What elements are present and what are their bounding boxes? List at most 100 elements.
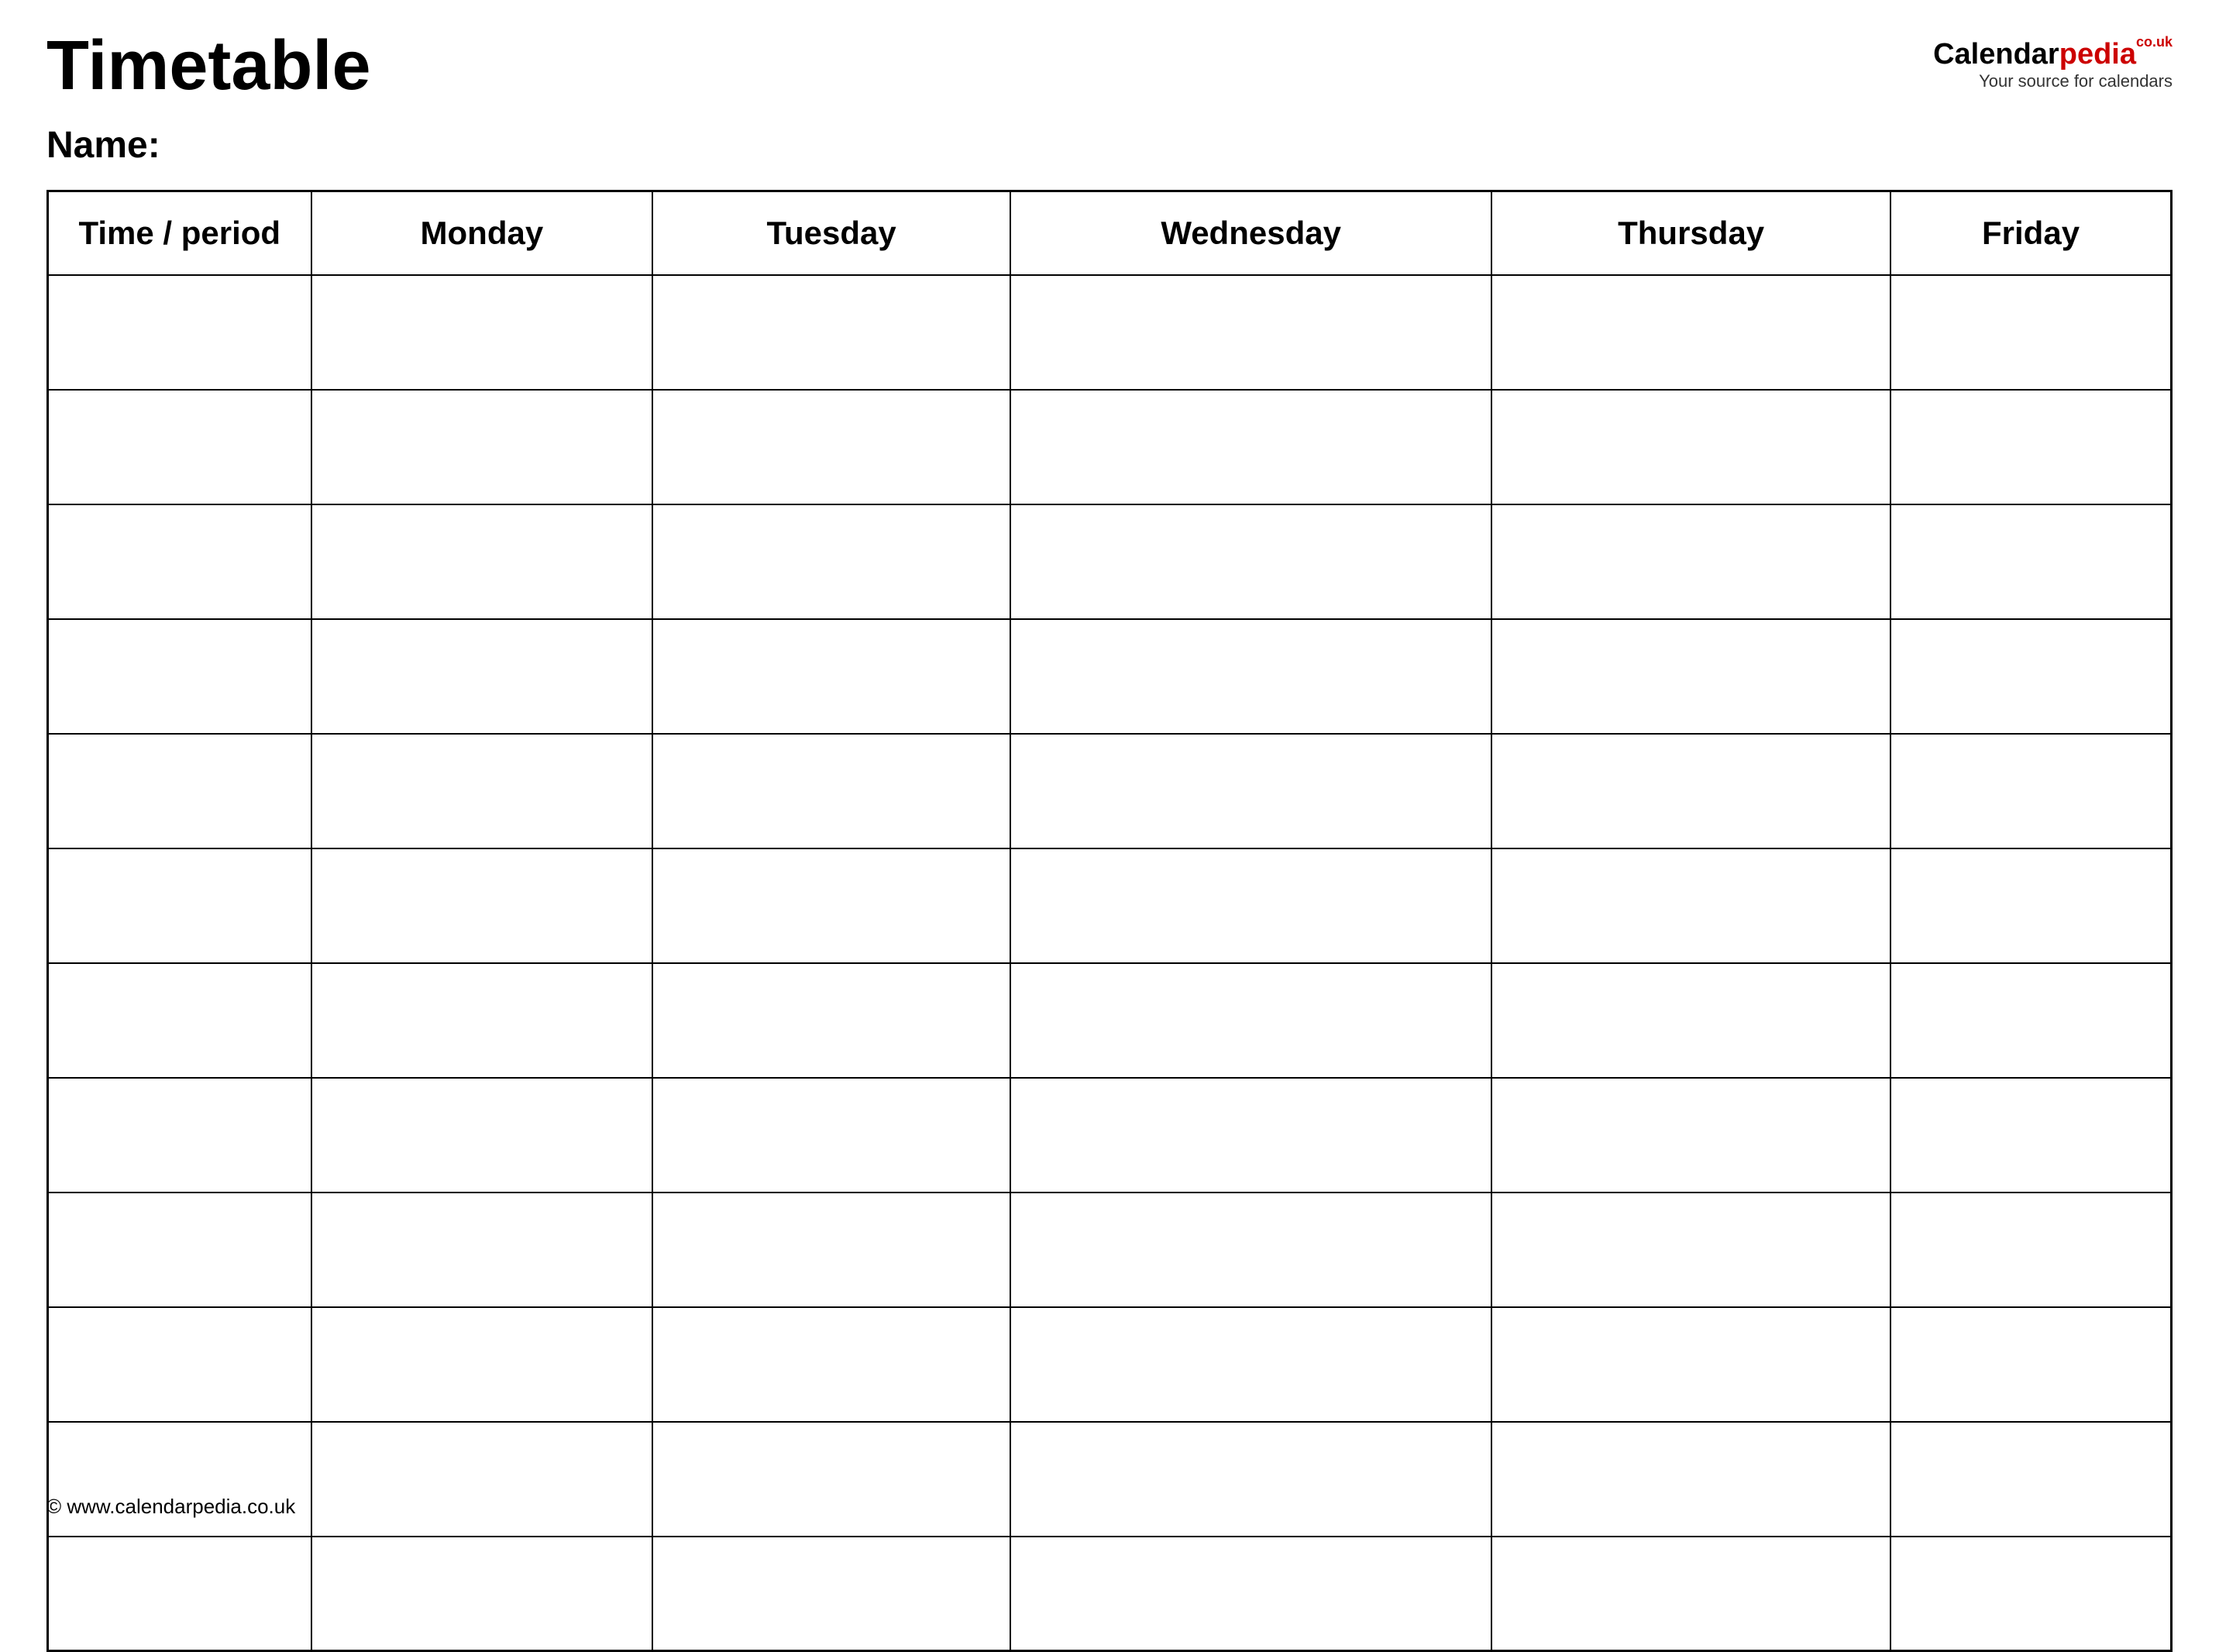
table-cell[interactable] [311,1078,653,1193]
table-cell[interactable] [311,1193,653,1307]
table-cell[interactable] [1010,1537,1491,1651]
table-row [48,504,2172,619]
table-cell[interactable] [1491,1537,1890,1651]
table-cell[interactable] [652,848,1010,963]
logo-calendar: Calendar [1933,38,2059,71]
table-cell[interactable] [48,1537,311,1651]
col-monday: Monday [311,191,653,275]
table-cell[interactable] [48,504,311,619]
table-cell[interactable] [1890,963,2171,1078]
table-cell[interactable] [48,1422,311,1537]
logo-pedia: pediaco.uk [2059,38,2173,71]
name-label: Name: [46,124,2173,167]
table-row [48,1078,2172,1193]
table-cell[interactable] [652,275,1010,390]
table-cell[interactable] [1890,1307,2171,1422]
table-cell[interactable] [1890,619,2171,734]
table-cell[interactable] [1890,1078,2171,1193]
table-cell[interactable] [1491,275,1890,390]
table-cell[interactable] [1491,1422,1890,1537]
table-cell[interactable] [652,1537,1010,1651]
table-cell[interactable] [1890,390,2171,504]
table-cell[interactable] [48,390,311,504]
table-cell[interactable] [311,390,653,504]
table-cell[interactable] [48,1078,311,1193]
table-cell[interactable] [1010,734,1491,848]
table-cell[interactable] [311,1307,653,1422]
table-cell[interactable] [1890,504,2171,619]
table-cell[interactable] [1491,619,1890,734]
col-friday: Friday [1890,191,2171,275]
table-cell[interactable] [652,619,1010,734]
logo-tagline: Your source for calendars [1979,71,2173,91]
table-cell[interactable] [1491,1078,1890,1193]
table-cell[interactable] [48,963,311,1078]
table-cell[interactable] [652,963,1010,1078]
table-cell[interactable] [1491,504,1890,619]
table-cell[interactable] [1010,275,1491,390]
table-cell[interactable] [311,619,653,734]
table-cell[interactable] [1890,1193,2171,1307]
table-row [48,619,2172,734]
logo-couk: co.uk [2136,34,2173,50]
table-cell[interactable] [652,1078,1010,1193]
table-row [48,848,2172,963]
table-cell[interactable] [1491,390,1890,504]
table-row [48,1307,2172,1422]
table-row [48,275,2172,390]
table-cell[interactable] [1010,1193,1491,1307]
table-cell[interactable] [48,1193,311,1307]
table-cell[interactable] [652,1307,1010,1422]
table-cell[interactable] [1890,734,2171,848]
table-cell[interactable] [311,504,653,619]
table-cell[interactable] [48,1307,311,1422]
col-wednesday: Wednesday [1010,191,1491,275]
table-row [48,1422,2172,1537]
table-cell[interactable] [1010,1422,1491,1537]
table-cell[interactable] [1010,390,1491,504]
table-cell[interactable] [1890,1537,2171,1651]
table-cell[interactable] [1010,848,1491,963]
footer-url: © www.calendarpedia.co.uk [46,1495,295,1519]
table-cell[interactable] [48,734,311,848]
table-cell[interactable] [652,504,1010,619]
logo-text: Calendarpediaco.uk [1933,39,2173,71]
table-cell[interactable] [311,1537,653,1651]
table-header-row: Time / period Monday Tuesday Wednesday T… [48,191,2172,275]
table-cell[interactable] [1491,963,1890,1078]
logo-pedia-text: pedia [2059,38,2136,71]
table-cell[interactable] [311,275,653,390]
page-header: Timetable Calendarpediaco.uk Your source… [46,31,2173,101]
table-cell[interactable] [48,619,311,734]
page-title: Timetable [46,31,371,101]
table-cell[interactable] [311,734,653,848]
table-cell[interactable] [1010,1078,1491,1193]
table-cell[interactable] [1010,963,1491,1078]
table-cell[interactable] [1890,1422,2171,1537]
table-cell[interactable] [1890,275,2171,390]
table-cell[interactable] [311,1422,653,1537]
col-time: Time / period [48,191,311,275]
timetable: Time / period Monday Tuesday Wednesday T… [46,190,2173,1652]
table-cell[interactable] [1010,619,1491,734]
table-cell[interactable] [652,1193,1010,1307]
table-cell[interactable] [652,1422,1010,1537]
table-cell[interactable] [1491,1307,1890,1422]
table-cell[interactable] [311,963,653,1078]
table-row [48,734,2172,848]
table-cell[interactable] [1010,504,1491,619]
table-row [48,1193,2172,1307]
table-cell[interactable] [652,390,1010,504]
table-row [48,1537,2172,1651]
table-cell[interactable] [652,734,1010,848]
table-cell[interactable] [1491,734,1890,848]
table-cell[interactable] [1491,848,1890,963]
col-tuesday: Tuesday [652,191,1010,275]
table-cell[interactable] [1890,848,2171,963]
table-cell[interactable] [1010,1307,1491,1422]
table-cell[interactable] [1491,1193,1890,1307]
table-row [48,390,2172,504]
table-cell[interactable] [311,848,653,963]
table-cell[interactable] [48,275,311,390]
table-cell[interactable] [48,848,311,963]
